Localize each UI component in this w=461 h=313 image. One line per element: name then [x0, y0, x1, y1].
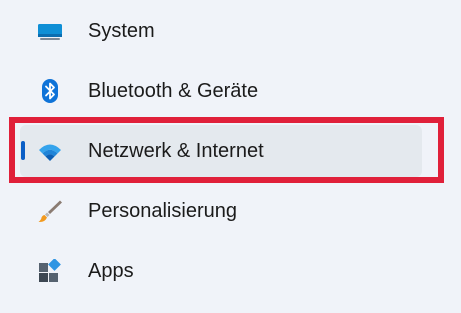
- bluetooth-icon: [37, 79, 63, 103]
- nav-item-apps[interactable]: Apps: [20, 245, 422, 297]
- nav-item-bluetooth[interactable]: Bluetooth & Geräte: [20, 65, 422, 117]
- nav-item-label: Bluetooth & Geräte: [88, 80, 259, 102]
- nav-item-label: Apps: [88, 260, 134, 282]
- paintbrush-icon: [37, 199, 63, 223]
- nav-item-system[interactable]: System: [20, 5, 422, 57]
- nav-item-label: System: [88, 20, 155, 42]
- nav-item-personalization[interactable]: Personalisierung: [20, 185, 422, 237]
- apps-icon: [37, 259, 63, 283]
- nav-item-label: Personalisierung: [88, 200, 237, 222]
- highlight-box: [9, 117, 444, 183]
- monitor-icon: [37, 19, 63, 43]
